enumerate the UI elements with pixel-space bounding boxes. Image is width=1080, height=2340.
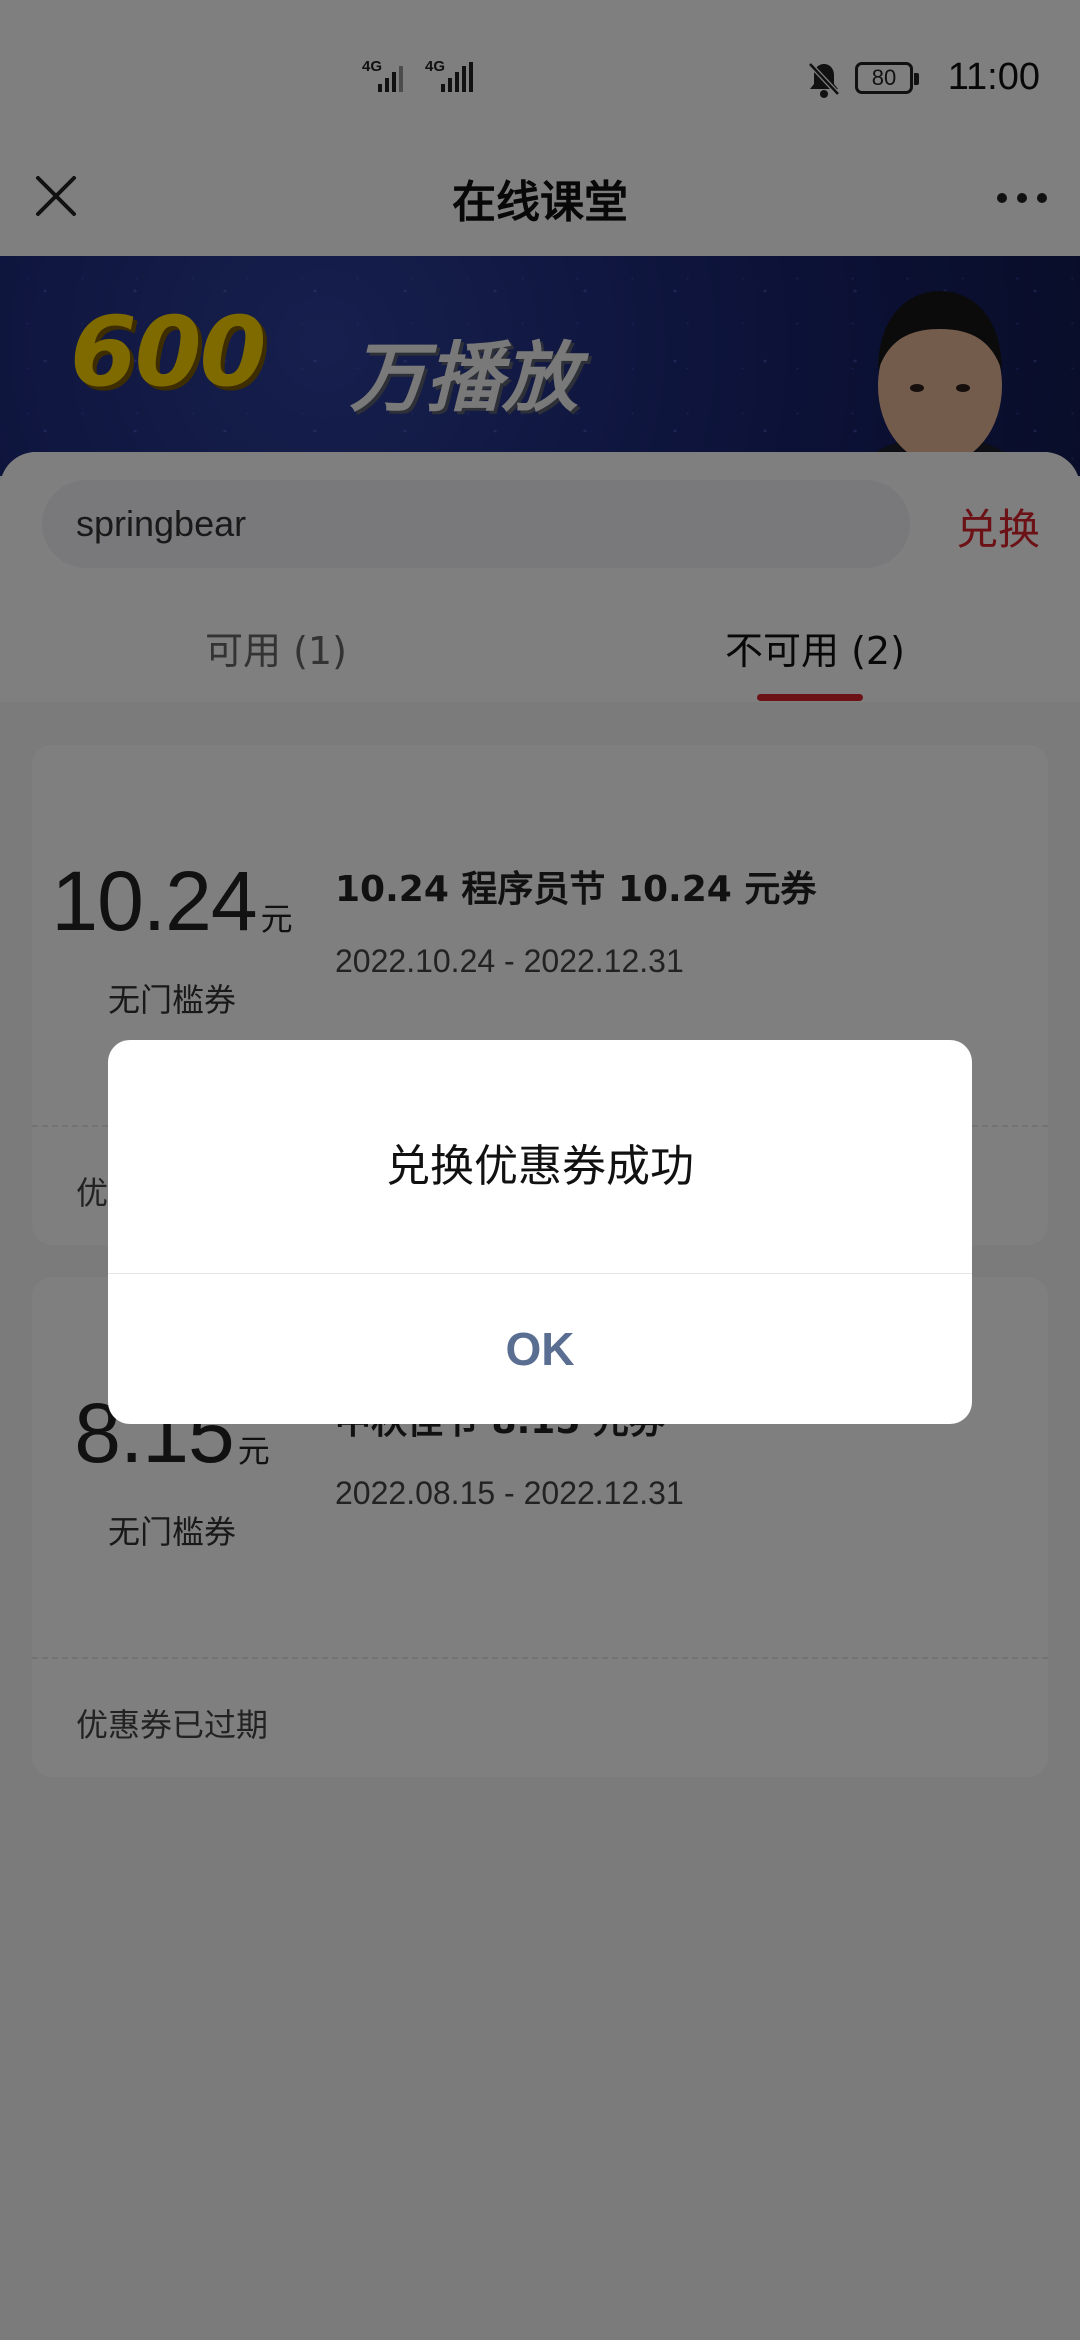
dialog-message: 兑换优惠券成功 xyxy=(386,1141,694,1192)
success-dialog: 兑换优惠券成功 OK xyxy=(108,1040,972,1424)
ok-button[interactable]: OK xyxy=(108,1274,972,1424)
